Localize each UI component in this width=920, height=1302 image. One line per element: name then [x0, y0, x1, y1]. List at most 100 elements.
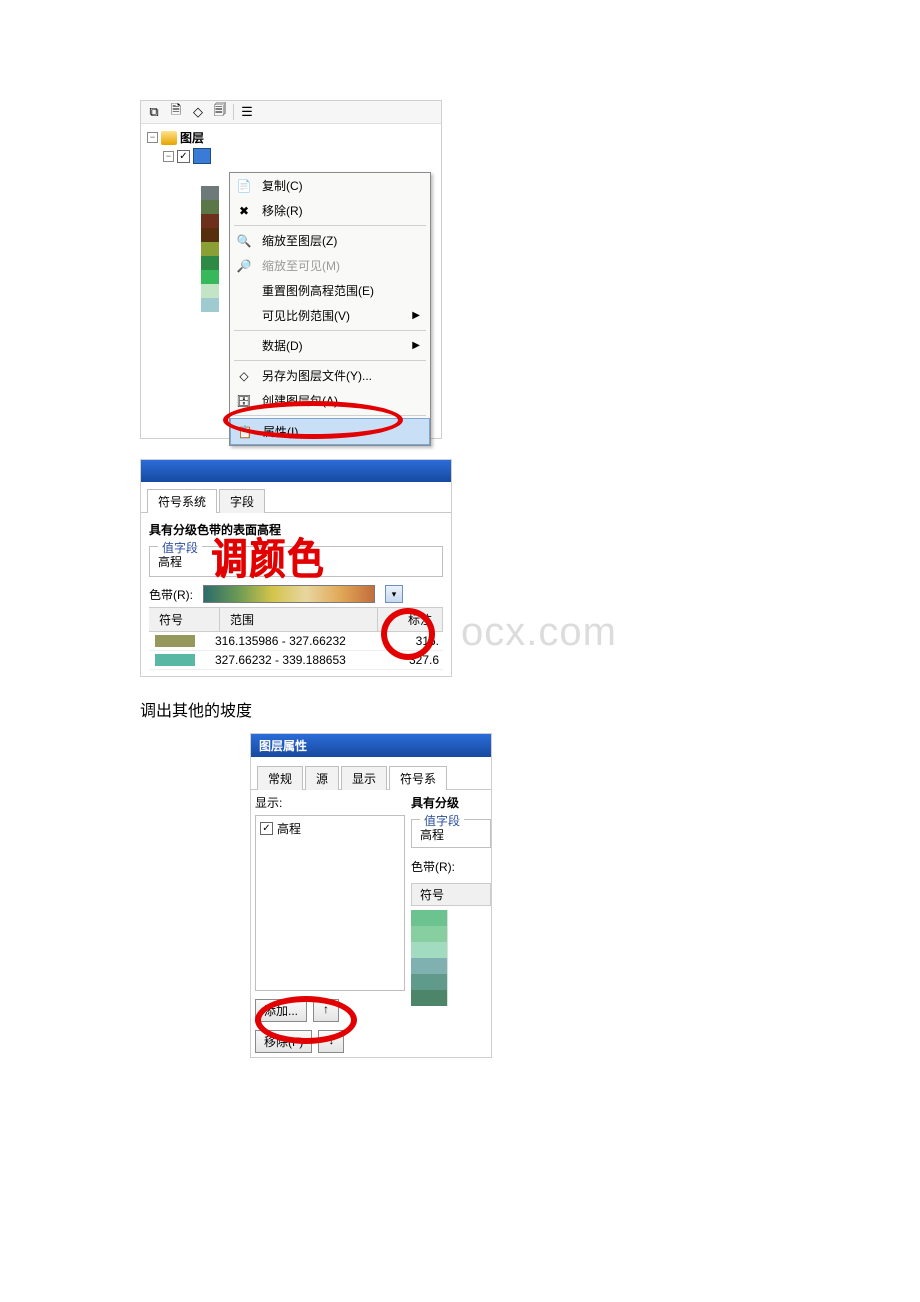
- list-button-row: 添加... ↑: [255, 999, 405, 1022]
- toolbar-icon-2[interactable]: 🗎: [167, 103, 185, 121]
- row-range: 327.66232 - 339.188653: [211, 651, 391, 669]
- tab-symbology[interactable]: 符号系: [389, 766, 447, 790]
- collapse-icon[interactable]: −: [163, 151, 174, 162]
- class-swatches: [411, 910, 491, 1006]
- menu-separator: [234, 225, 426, 226]
- menu-data[interactable]: 数据(D) ▶: [230, 333, 430, 358]
- menu-reset-legend[interactable]: 重置图例高程范围(E): [230, 278, 430, 303]
- right-column: 具有分级 值字段 高程 色带(R): 符号: [405, 794, 491, 1053]
- move-down-button[interactable]: ↓: [318, 1030, 344, 1053]
- value-field-group: 值字段 高程: [411, 819, 491, 848]
- menu-zoom-layer-label: 缩放至图层(Z): [262, 232, 337, 249]
- menu-zoom-layer[interactable]: 🔍 缩放至图层(Z): [230, 228, 430, 253]
- tab-display[interactable]: 显示: [341, 766, 387, 790]
- menu-create-package-label: 创建图层包(A)...: [262, 392, 348, 409]
- grid-head-label[interactable]: 标注: [378, 608, 443, 631]
- grid-head-range[interactable]: 范围: [220, 608, 378, 631]
- class-swatch: [411, 926, 448, 942]
- remove-icon: ✖: [234, 203, 254, 219]
- color-ramp[interactable]: [203, 585, 375, 603]
- legend-swatch: [201, 214, 219, 228]
- scheme-checkbox[interactable]: ✓: [260, 822, 273, 835]
- value-field-value: 高程: [420, 828, 444, 842]
- move-up-button[interactable]: ↑: [313, 999, 339, 1022]
- tab-symbology[interactable]: 符号系统: [147, 489, 217, 513]
- legend-swatch: [201, 242, 219, 256]
- package-icon: 🗄: [234, 393, 254, 409]
- color-ramp-label: 色带(R):: [411, 858, 491, 875]
- layer-tree: − 图层 − ✓ 📄 复制(C) ✖ 移除(R): [141, 124, 441, 438]
- menu-copy-label: 复制(C): [262, 177, 303, 194]
- tab-fields[interactable]: 字段: [219, 489, 265, 513]
- layer-properties-dialog: 图层属性 常规 源 显示 符号系 显示: ✓ 高程 添加... ↑: [250, 733, 492, 1058]
- show-label: 显示:: [255, 794, 405, 811]
- menu-copy[interactable]: 📄 复制(C): [230, 173, 430, 198]
- scheme-list-item[interactable]: ✓ 高程: [260, 820, 400, 837]
- class-swatch: [411, 990, 448, 1006]
- legend-swatch: [201, 200, 219, 214]
- menu-visible-scale[interactable]: 可见比例范围(V) ▶: [230, 303, 430, 328]
- tab-row: 符号系统 字段: [141, 482, 451, 513]
- remove-button[interactable]: 移除(F): [255, 1030, 312, 1053]
- zoom-visible-icon: 🔎: [234, 258, 254, 274]
- divider: [233, 104, 234, 120]
- tab-general[interactable]: 常规: [257, 766, 303, 790]
- menu-create-package[interactable]: 🗄 创建图层包(A)...: [230, 388, 430, 413]
- legend-swatch: [201, 284, 219, 298]
- add-button[interactable]: 添加...: [255, 999, 307, 1022]
- title-bar: [141, 460, 451, 482]
- layer-context-menu: 📄 复制(C) ✖ 移除(R) 🔍 缩放至图层(Z) 🔎 缩放至可见(M): [229, 172, 431, 446]
- value-field-group: 值字段 高程: [149, 546, 443, 577]
- grid-row[interactable]: 327.66232 - 339.188653327.6: [149, 651, 443, 670]
- properties-body: 显示: ✓ 高程 添加... ↑ 移除(F) ↓ 具有分级: [251, 790, 491, 1057]
- value-field-legend: 值字段: [420, 812, 464, 829]
- menu-save-layer-label: 另存为图层文件(Y)...: [262, 367, 372, 384]
- chevron-right-icon: ▶: [412, 310, 420, 321]
- blank-icon: [234, 308, 254, 324]
- grid-header: 符号 范围 标注: [149, 608, 443, 632]
- menu-data-label: 数据(D): [262, 337, 303, 354]
- class-swatch: [411, 910, 448, 926]
- color-ramp-dropdown[interactable]: ▾: [385, 585, 403, 603]
- collapse-icon[interactable]: −: [147, 132, 158, 143]
- row-symbol: [149, 633, 211, 649]
- class-grid: 符号 范围 标注 316.135986 - 327.66232316.327.6…: [149, 607, 443, 670]
- row-range: 316.135986 - 327.66232: [211, 632, 391, 650]
- blank-icon: [234, 283, 254, 299]
- toolbar-icon-4[interactable]: 🗐: [211, 103, 229, 121]
- legend-swatch: [201, 256, 219, 270]
- row-symbol: [149, 652, 211, 668]
- dialog-title: 图层属性: [251, 734, 491, 757]
- grid-row[interactable]: 316.135986 - 327.66232316.: [149, 632, 443, 651]
- toolbar-icon-5[interactable]: ☰: [238, 103, 256, 121]
- menu-zoom-visible-label: 缩放至可见(M): [262, 257, 340, 274]
- legend-swatch: [201, 298, 219, 312]
- grid-head-symbol[interactable]: 符号: [149, 608, 220, 631]
- tree-root-row[interactable]: − 图层: [147, 128, 435, 147]
- menu-save-layer-file[interactable]: ◇ 另存为图层文件(Y)...: [230, 363, 430, 388]
- left-column: 显示: ✓ 高程 添加... ↑ 移除(F) ↓: [255, 794, 405, 1053]
- class-swatch: [411, 958, 448, 974]
- menu-properties[interactable]: 📋 属性(I)...: [230, 418, 430, 445]
- value-field-value: 高程: [158, 555, 182, 569]
- menu-remove[interactable]: ✖ 移除(R): [230, 198, 430, 223]
- visibility-checkbox[interactable]: ✓: [177, 150, 190, 163]
- layer-tree-panel: ⧉ 🗎 ◇ 🗐 ☰ − 图层 − ✓ 📄: [140, 100, 442, 439]
- toolbar-icon-3[interactable]: ◇: [189, 103, 207, 121]
- blank-icon: [234, 338, 254, 354]
- tree-root-label: 图层: [180, 129, 204, 146]
- menu-visible-scale-label: 可见比例范围(V): [262, 307, 350, 324]
- caption-text: 调出其他的坡度: [140, 697, 920, 721]
- grid-head-symbol[interactable]: 符号: [411, 883, 491, 906]
- toolbar-icon-1[interactable]: ⧉: [145, 103, 163, 121]
- tab-source[interactable]: 源: [305, 766, 339, 790]
- menu-separator: [234, 330, 426, 331]
- tree-layer-row[interactable]: − ✓: [163, 147, 435, 165]
- menu-properties-label: 属性(I)...: [263, 423, 308, 440]
- folder-icon: [161, 131, 177, 145]
- legend-swatch: [201, 186, 219, 200]
- layer-thumbnail: [193, 148, 211, 164]
- list-button-row-2: 移除(F) ↓: [255, 1030, 405, 1053]
- menu-separator: [234, 360, 426, 361]
- scheme-list[interactable]: ✓ 高程: [255, 815, 405, 991]
